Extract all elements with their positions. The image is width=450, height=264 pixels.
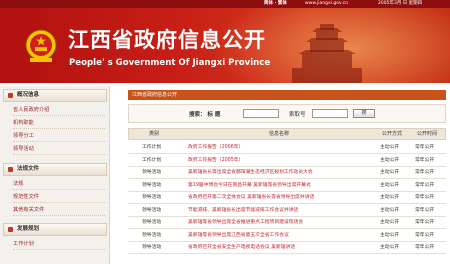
search-button[interactable]: 搜	[353, 109, 375, 118]
table-row: 领导活动 节能减排、吴新雄省长出席节能减排工作会议并讲话 主动公开 常年公开	[128, 205, 446, 217]
row-category: 领导活动	[142, 232, 162, 238]
row-disclosure-time: 常年公开	[415, 245, 435, 250]
row-category: 工作计划	[142, 145, 162, 150]
column-header-time: 公开时间	[417, 131, 438, 137]
row-category: 领导活动	[142, 207, 162, 213]
sidebar-item-work-plan[interactable]: 工作计划	[13, 238, 105, 250]
row-disclosure-mode: 主动公开	[380, 182, 400, 188]
sidebar-item-leader-roles[interactable]: 领导分工	[13, 130, 105, 142]
row-info-link[interactable]: 省政府召开全省安全生产电视电话会议 吴新雄讲话	[188, 242, 373, 254]
table-row: 领导活动 吴新雄等省领导出席全省推进重点工程项目建设现场会 主动公开 常年公开	[128, 217, 446, 229]
row-disclosure-mode: 主动公开	[380, 220, 400, 225]
table-header: 类别 信息名称 公开方式 公开时间	[128, 128, 446, 140]
sidebar-section-overview[interactable]: 概况信息	[3, 89, 107, 102]
site-title: 江西省政府信息公开	[68, 28, 266, 52]
row-disclosure-mode: 主动公开	[380, 207, 400, 213]
table-row: 领导活动 第19届中博会今日在南昌开幕 吴新雄等省领导出席开幕式 主动公开 常年公开	[128, 180, 446, 192]
table-row: 领导活动 吴新雄省长等出席全省鄱阳湖生态经济区规划工作动员大会 主动公开 常年公开	[128, 167, 446, 179]
row-category: 领导活动	[142, 182, 162, 188]
row-disclosure-time: 常年公开	[415, 182, 435, 188]
row-category: 领导活动	[142, 245, 162, 250]
row-disclosure-mode: 主动公开	[380, 232, 400, 238]
sidebar-item-other-docs[interactable]: 其他有关文件	[13, 204, 105, 216]
row-disclosure-time: 常年公开	[415, 170, 435, 175]
panel-title: 江西省政府信息公开	[128, 90, 446, 100]
column-header-category: 类别	[149, 131, 160, 137]
row-disclosure-mode: 主动公开	[380, 245, 400, 250]
index-number-input[interactable]	[312, 109, 348, 118]
row-disclosure-time: 常年公开	[415, 207, 435, 213]
sidebar-section-regulations[interactable]: 法规文件	[3, 163, 107, 176]
top-utility-bar: 简体 · 繁体 www.jiangxi.gov.cn 2005年3月 日 星期四	[0, 0, 450, 8]
row-category: 领导活动	[142, 195, 162, 200]
table-row: 领导活动 吴新雄等省领导出席江西省第五次全省工作会议 主动公开 常年公开	[128, 230, 446, 242]
site-title-english: People' s Government Of Jiangxi Province	[69, 58, 271, 68]
column-header-mode: 公开方式	[382, 131, 403, 137]
section-title: 法规文件	[17, 166, 40, 172]
row-disclosure-time: 常年公开	[415, 195, 435, 200]
sidebar-item-functions[interactable]: 机构职能	[13, 117, 105, 129]
search-title-label: 搜索： 标 题	[189, 112, 221, 118]
header-banner: 江西省政府信息公开 People' s Government Of Jiangx…	[0, 8, 450, 83]
row-disclosure-mode: 主动公开	[380, 157, 400, 163]
table-row: 工作计划 政府工作报告（2006年） 主动公开 常年公开	[128, 142, 446, 154]
sidebar-section-planning[interactable]: 发展规划	[3, 223, 107, 236]
row-disclosure-mode: 主动公开	[380, 195, 400, 200]
table-row: 工作计划 政府工作报告（2005年） 主动公开 常年公开	[128, 155, 446, 167]
search-bar: 搜索： 标 题 索取号 搜	[128, 104, 446, 123]
table-row: 领导活动 省政府召开第二次全体会议 吴新雄省长等省领导出席并讲话 主动公开 常年公开	[128, 192, 446, 204]
row-info-link[interactable]: 第19届中博会今日在南昌开幕 吴新雄等省领导出席开幕式	[188, 180, 373, 192]
main-content: 江西省政府信息公开 搜索： 标 题 索取号 搜 类别 信息名称 公开方式 公开时…	[128, 86, 446, 264]
section-title: 发展规划	[17, 226, 40, 232]
row-info-link[interactable]: 吴新雄等省领导出席江西省第五次全省工作会议	[188, 230, 373, 242]
language-links[interactable]: 简体 · 繁体	[264, 0, 287, 8]
row-disclosure-mode: 主动公开	[380, 170, 400, 175]
table-row: 领导活动 省政府召开全省安全生产电视电话会议 吴新雄讲话 主动公开 常年公开	[128, 242, 446, 254]
left-sidebar: 概况信息 省人民政府介绍 机构职能 领导分工 领导活动 法规文件 法规 规范性文…	[0, 86, 110, 264]
column-header-name: 信息名称	[269, 131, 290, 137]
bullet-icon	[8, 167, 13, 172]
section-title: 概况信息	[17, 92, 40, 98]
index-number-label: 索取号	[289, 112, 306, 118]
sidebar-item-leader-activities[interactable]: 领导活动	[13, 143, 105, 155]
row-info-link[interactable]: 吴新雄等省领导出席全省推进重点工程项目建设现场会	[188, 217, 373, 229]
row-disclosure-time: 常年公开	[415, 232, 435, 238]
row-disclosure-time: 常年公开	[415, 157, 435, 163]
row-info-link[interactable]: 政府工作报告（2005年）	[188, 155, 373, 167]
bullet-icon	[8, 93, 13, 98]
bullet-icon	[8, 227, 13, 232]
row-disclosure-mode: 主动公开	[380, 145, 400, 150]
row-info-link[interactable]: 省政府召开第二次全体会议 吴新雄省长等省领导出席并讲话	[188, 192, 373, 204]
row-category: 领导活动	[142, 220, 162, 225]
row-disclosure-time: 常年公开	[415, 145, 435, 150]
sidebar-item-laws[interactable]: 法规	[13, 178, 105, 190]
national-emblem-icon	[25, 29, 57, 62]
row-disclosure-time: 常年公开	[415, 220, 435, 225]
row-info-link[interactable]: 吴新雄省长等出席全省鄱阳湖生态经济区规划工作动员大会	[188, 167, 373, 179]
row-info-link[interactable]: 政府工作报告（2006年）	[188, 142, 373, 154]
pavilion-illustration	[292, 24, 362, 83]
sidebar-item-government-intro[interactable]: 省人民政府介绍	[13, 104, 105, 116]
row-category: 领导活动	[142, 170, 162, 175]
search-title-input[interactable]	[243, 109, 279, 118]
sidebar-item-normative-docs[interactable]: 规范性文件	[13, 191, 105, 203]
site-url: www.jiangxi.gov.cn	[305, 1, 349, 6]
row-info-link[interactable]: 节能减排、吴新雄省长出席节能减排工作会议并讲话	[188, 205, 373, 217]
current-date: 2005年3月 日 星期四	[378, 1, 423, 6]
row-category: 工作计划	[142, 157, 162, 163]
